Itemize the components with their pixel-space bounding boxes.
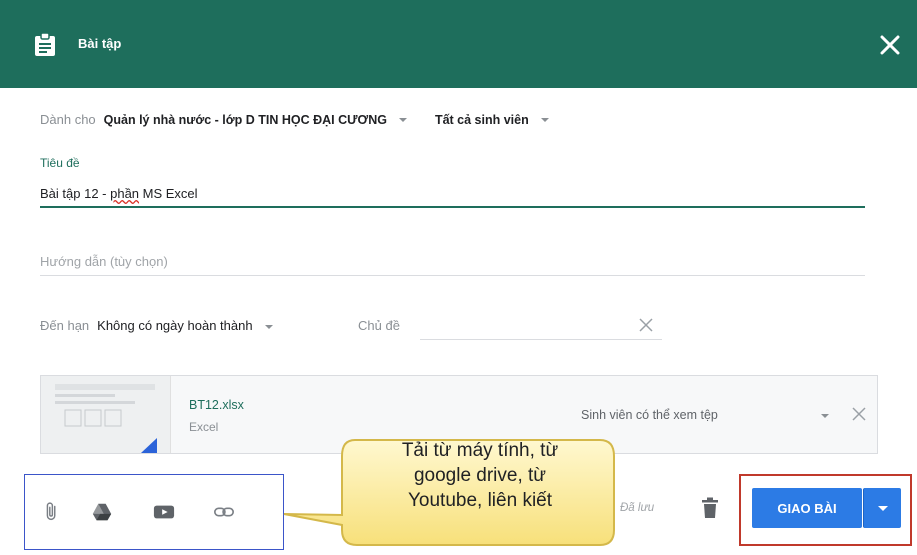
file-type: Excel xyxy=(189,420,219,434)
due-row: Đến hạn Không có ngày hoàn thành xyxy=(40,318,273,333)
due-label: Đến hạn xyxy=(40,318,90,333)
chevron-down-icon xyxy=(540,118,549,123)
chevron-down-icon xyxy=(264,324,273,329)
chevron-down-icon[interactable] xyxy=(821,414,829,418)
google-drive-icon[interactable] xyxy=(91,501,113,523)
youtube-icon[interactable] xyxy=(153,501,175,523)
title-label: Tiêu đề xyxy=(40,156,80,170)
assignment-icon xyxy=(35,33,55,56)
assign-row: Dành cho Quản lý nhà nước - lớp D TIN HỌ… xyxy=(40,112,549,127)
chevron-down-icon xyxy=(398,118,407,123)
close-icon[interactable] xyxy=(878,33,902,57)
remove-attachment-icon[interactable] xyxy=(851,406,867,422)
spreadsheet-thumbnail-icon xyxy=(55,384,157,453)
students-select[interactable]: Tất cả sinh viên xyxy=(435,113,549,127)
topic-input[interactable] xyxy=(420,312,662,340)
instructions-input[interactable] xyxy=(40,248,865,276)
link-icon[interactable] xyxy=(213,501,235,523)
assign-options-button[interactable] xyxy=(863,488,901,528)
file-thumbnail xyxy=(41,376,171,453)
assign-button[interactable]: GIAO BÀI xyxy=(752,488,862,528)
attach-tools-highlight xyxy=(24,474,284,550)
attach-icon[interactable] xyxy=(41,501,63,523)
dialog-header: Bài tập xyxy=(0,0,917,88)
saved-status: Đã lưu xyxy=(620,502,655,514)
callout-text: Tải từ máy tính, từ google drive, từ You… xyxy=(401,440,559,511)
topic-label: Chủ đề xyxy=(358,318,400,333)
for-label: Dành cho xyxy=(40,112,96,127)
class-select[interactable]: Quản lý nhà nước - lớp D TIN HỌC ĐẠI CƯƠ… xyxy=(104,113,407,127)
chevron-down-icon xyxy=(878,506,888,511)
file-name[interactable]: BT12.xlsx xyxy=(189,398,244,412)
dialog-title: Bài tập xyxy=(78,36,122,51)
trash-icon[interactable] xyxy=(701,497,719,519)
clear-topic-icon[interactable] xyxy=(638,317,654,333)
permission-select[interactable]: Sinh viên có thể xem tệp xyxy=(581,408,718,422)
due-select[interactable]: Không có ngày hoàn thành xyxy=(97,318,273,333)
title-input[interactable] xyxy=(40,182,865,208)
